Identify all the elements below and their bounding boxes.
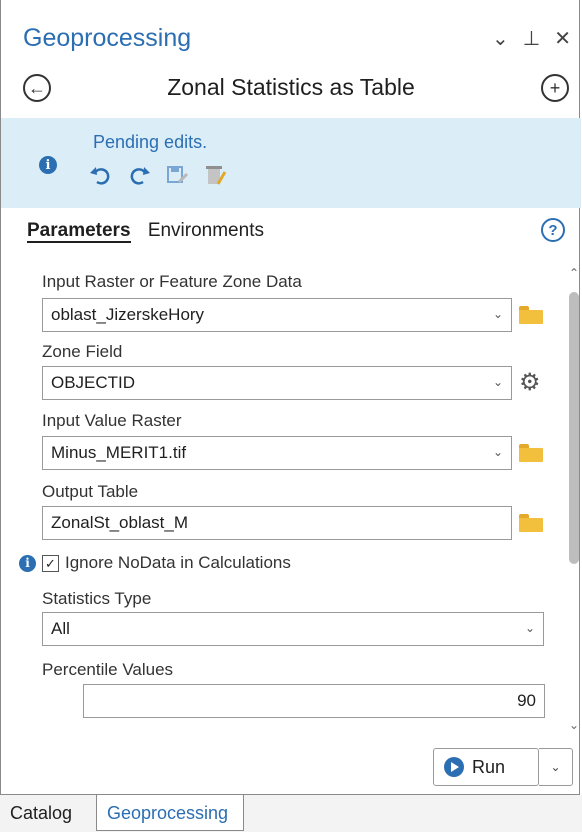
run-label: Run	[472, 756, 506, 777]
run-button[interactable]: Run	[433, 748, 539, 786]
output-table-value: ZonalSt_oblast_M	[51, 513, 189, 532]
save-edits-icon[interactable]	[165, 164, 189, 186]
pending-edits-banner: i Pending edits.	[1, 118, 581, 208]
pane-title: Geoprocessing	[23, 24, 192, 52]
percentile-label: Percentile Values	[42, 660, 174, 679]
input-zone-value: oblast_JizerskeHory	[51, 305, 205, 324]
browse-folder-icon[interactable]	[519, 514, 543, 532]
discard-edits-icon[interactable]	[203, 164, 227, 186]
add-icon[interactable]: +	[541, 74, 569, 102]
chevron-down-icon[interactable]: ⌄	[525, 621, 535, 635]
browse-folder-icon[interactable]	[519, 444, 543, 462]
play-icon	[444, 757, 464, 777]
percentile-input[interactable]: 90	[83, 684, 545, 718]
chevron-down-icon[interactable]: ⌄	[493, 307, 503, 321]
zone-field-select[interactable]: OBJECTID ⌄	[42, 366, 512, 400]
chevron-down-icon[interactable]: ⌄	[493, 375, 503, 389]
value-raster-label: Input Value Raster	[42, 411, 182, 430]
input-zone-field[interactable]: oblast_JizerskeHory ⌄	[42, 298, 512, 332]
tab-environments[interactable]: Environments	[148, 220, 264, 241]
value-raster-value: Minus_MERIT1.tif	[51, 443, 187, 462]
parameter-tabs: Parameters Environments	[27, 220, 264, 243]
parameters-scrollbar[interactable]: ⌃ ⌄	[567, 266, 581, 736]
close-icon[interactable]: ✕	[554, 26, 571, 51]
ignore-nodata-label: Ignore NoData in Calculations	[65, 553, 291, 572]
statistics-type-select[interactable]: All ⌄	[42, 612, 544, 646]
output-table-label: Output Table	[42, 482, 139, 501]
info-icon: i	[19, 554, 36, 572]
options-dropdown-icon[interactable]: ⌄	[492, 26, 509, 51]
ignore-nodata-checkbox[interactable]: ✓	[42, 554, 59, 572]
zone-field-value: OBJECTID	[51, 373, 136, 392]
redo-icon[interactable]	[127, 164, 151, 186]
ignore-nodata-row[interactable]: i ✓ Ignore NoData in Calculations	[19, 553, 291, 573]
scroll-thumb[interactable]	[569, 292, 579, 564]
input-zone-label: Input Raster or Feature Zone Data	[42, 272, 302, 291]
tool-header: ← Zonal Statistics as Table +	[1, 66, 581, 108]
gear-icon[interactable]: ⚙	[519, 368, 541, 397]
parameters-panel: Input Raster or Feature Zone Data oblast…	[1, 256, 567, 738]
scroll-down-icon[interactable]: ⌄	[567, 718, 581, 732]
info-icon: i	[39, 156, 57, 174]
window-controls: ⌄ ⊥ ✕	[492, 26, 571, 51]
pending-edits-text: Pending edits.	[93, 132, 208, 152]
chevron-down-icon[interactable]: ⌄	[493, 445, 503, 459]
help-icon[interactable]: ?	[541, 218, 565, 242]
statistics-type-value: All	[51, 619, 70, 638]
scroll-up-icon[interactable]: ⌃	[567, 266, 581, 280]
browse-folder-icon[interactable]	[519, 306, 543, 324]
tab-geoprocessing[interactable]: Geoprocessing	[96, 795, 244, 831]
edit-tools	[89, 164, 227, 186]
value-raster-field[interactable]: Minus_MERIT1.tif ⌄	[42, 436, 512, 470]
tool-title: Zonal Statistics as Table	[167, 74, 415, 100]
bottom-tab-strip: Catalog Geoprocessing	[0, 795, 582, 832]
run-options-dropdown[interactable]: ⌄	[539, 748, 573, 786]
output-table-field[interactable]: ZonalSt_oblast_M	[42, 506, 512, 540]
tab-parameters[interactable]: Parameters	[27, 220, 131, 243]
tab-catalog[interactable]: Catalog	[0, 795, 96, 831]
undo-icon[interactable]	[89, 164, 113, 186]
pin-icon[interactable]: ⊥	[523, 26, 540, 51]
zone-field-label: Zone Field	[42, 342, 123, 361]
geoprocessing-pane: Geoprocessing ⌄ ⊥ ✕ ← Zonal Statistics a…	[0, 0, 581, 795]
statistics-type-label: Statistics Type	[42, 589, 152, 608]
